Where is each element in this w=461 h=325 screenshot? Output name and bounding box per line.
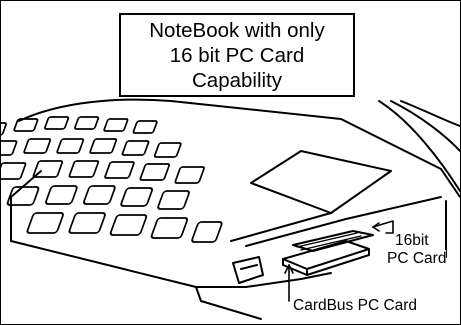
arrow-16bit [372,220,394,234]
touchpad [250,150,392,214]
title-line-3: Capability [191,69,283,92]
side-connector [232,256,264,284]
base-top-edge [18,98,460,198]
diagram-frame: NoteBook with only 16 bit PC Card Capabi… [0,0,461,325]
label-16bit-line1: 16bit [395,232,429,250]
label-cardbus: CardBus PC Card [293,297,418,315]
label-16bit-line2: PC Card [387,250,447,268]
title-box: NoteBook with only 16 bit PC Card Capabi… [119,13,355,97]
title-line-2: 16 bit PC Card [169,44,305,67]
arrow-cardbus [284,264,294,302]
title-line-1: NoteBook with only [149,19,325,42]
pc-card-slot [292,230,374,252]
keyboard [1,116,223,243]
base-front-edge [10,240,302,288]
